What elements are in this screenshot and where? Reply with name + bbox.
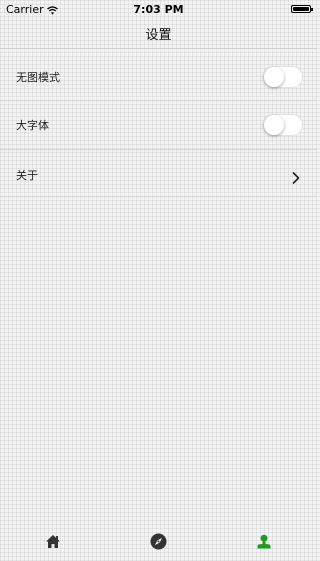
settings-row-label: 无图模式 (16, 71, 60, 84)
row-divider (0, 149, 317, 150)
no-image-mode-toggle[interactable] (263, 66, 303, 88)
tab-discover[interactable] (106, 522, 212, 561)
settings-row-about[interactable]: 关于 (0, 151, 317, 199)
large-font-toggle[interactable] (263, 114, 303, 136)
settings-row-label: 大字体 (16, 119, 49, 132)
status-bar: Carrier 7:03 PM (0, 0, 317, 18)
person-icon (257, 534, 271, 549)
tab-profile[interactable] (211, 522, 317, 561)
home-icon (45, 534, 61, 549)
nav-divider (0, 48, 317, 49)
page-title: 设置 (145, 27, 172, 43)
compass-icon (150, 533, 167, 550)
settings-row-no-image-mode[interactable]: 无图模式 (0, 53, 317, 101)
tab-bar (0, 522, 317, 561)
settings-row-label: 关于 (16, 169, 38, 182)
toggle-knob (264, 67, 284, 87)
row-divider (0, 196, 317, 197)
tab-home[interactable] (0, 522, 106, 561)
chevron-right-icon (292, 169, 300, 184)
status-time: 7:03 PM (133, 3, 184, 16)
toggle-knob (264, 115, 284, 135)
battery-icon (291, 5, 313, 13)
settings-row-large-font[interactable]: 大字体 (0, 101, 317, 149)
navigation-bar: 设置 (0, 18, 317, 48)
